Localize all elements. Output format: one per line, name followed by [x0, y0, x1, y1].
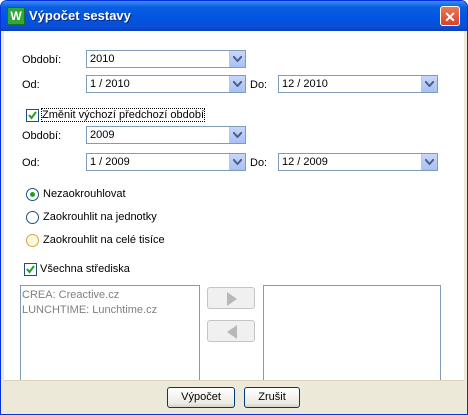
to-select[interactable]: 12 / 2010: [278, 75, 438, 93]
chevron-down-icon: [229, 127, 245, 143]
checkmark-icon: [26, 265, 35, 274]
radio-round-thousands[interactable]: [26, 234, 39, 247]
radio-round-thousands-label[interactable]: Zaokrouhlit na celé tisíce: [43, 234, 165, 246]
list-item[interactable]: LUNCHTIME: Lunchtime.cz: [22, 304, 157, 316]
from-select[interactable]: 1 / 2010: [86, 75, 246, 93]
radio-round-units-label[interactable]: Zaokrouhlit na jednotky: [43, 211, 157, 223]
checkmark-icon: [28, 111, 37, 120]
chevron-down-icon: [229, 51, 245, 67]
chevron-down-icon: [229, 76, 245, 92]
arrow-left-icon: [227, 325, 237, 339]
radio-no-rounding[interactable]: [26, 188, 39, 201]
change-previous-period-label[interactable]: Změnit výchozí předchozí období: [40, 108, 206, 122]
dialog-window: W Výpočet sestavy ✕ Období: 2010 Od: 1 /…: [0, 0, 468, 415]
from-value: 1 / 2010: [90, 78, 130, 90]
close-button[interactable]: ✕: [440, 6, 460, 26]
previous-from-value: 1 / 2009: [90, 156, 130, 168]
previous-period-value: 2009: [90, 129, 115, 141]
period-value: 2010: [90, 53, 115, 65]
period-select[interactable]: 2010: [86, 50, 246, 68]
add-center-button[interactable]: [207, 287, 255, 309]
chevron-down-icon: [421, 154, 437, 170]
window-title: Výpočet sestavy: [29, 8, 131, 23]
previous-from-select[interactable]: 1 / 2009: [86, 153, 246, 171]
dialog-content: Období: 2010 Od: 1 / 2010 Do: 12 / 2010 …: [4, 31, 464, 413]
radio-round-units[interactable]: [26, 211, 39, 224]
app-icon: W: [7, 7, 25, 25]
list-item[interactable]: CREA: Creactive.cz: [22, 289, 119, 301]
compute-button[interactable]: Výpočet: [167, 387, 235, 408]
previous-period-select[interactable]: 2009: [86, 126, 246, 144]
change-previous-period-checkbox[interactable]: [26, 109, 39, 122]
chevron-down-icon: [229, 154, 245, 170]
from-label: Od:: [22, 79, 40, 91]
cancel-button[interactable]: Zrušit: [244, 387, 300, 408]
close-icon: ✕: [444, 9, 456, 25]
to-label: Do:: [250, 79, 268, 91]
previous-period-label: Období:: [22, 130, 62, 142]
chevron-down-icon: [421, 76, 437, 92]
previous-to-select[interactable]: 12 / 2009: [278, 153, 438, 171]
radio-selected-dot: [30, 192, 35, 197]
period-label: Období:: [22, 54, 62, 66]
arrow-right-icon: [227, 292, 237, 306]
title-bar[interactable]: W Výpočet sestavy ✕: [1, 1, 467, 31]
previous-to-value: 12 / 2009: [282, 156, 328, 168]
dialog-footer: Výpočet Zrušit: [4, 380, 464, 413]
all-centers-checkbox[interactable]: [24, 263, 37, 276]
previous-to-label: Do:: [250, 157, 268, 169]
remove-center-button[interactable]: [207, 320, 255, 342]
all-centers-label[interactable]: Všechna střediska: [40, 263, 130, 275]
to-value: 12 / 2010: [282, 78, 328, 90]
radio-no-rounding-label[interactable]: Nezaokrouhlovat: [43, 188, 126, 200]
previous-from-label: Od:: [22, 157, 40, 169]
